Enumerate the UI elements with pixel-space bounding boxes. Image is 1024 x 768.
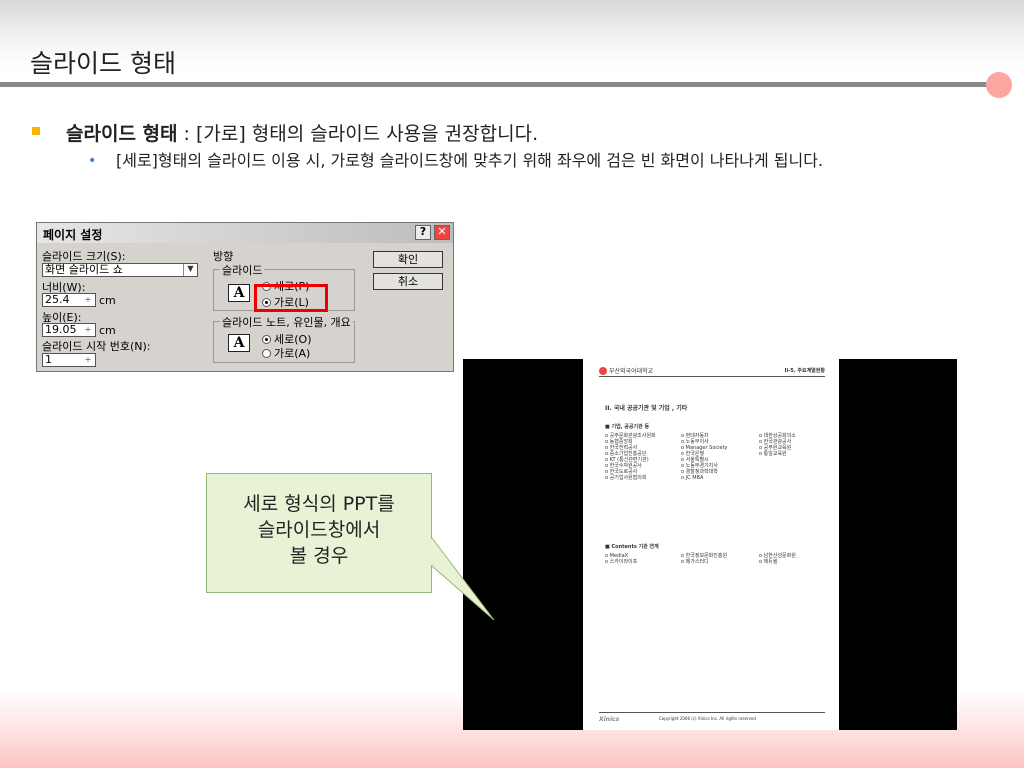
callout-text: 세로 형식의 PPT를 슬라이드창에서 볼 경우	[206, 491, 432, 569]
callout-tail-join	[431, 539, 433, 565]
callout-line: 세로 형식의 PPT를	[243, 493, 395, 515]
callout-line: 슬라이드창에서	[257, 519, 381, 541]
callout-line: 볼 경우	[289, 545, 349, 567]
